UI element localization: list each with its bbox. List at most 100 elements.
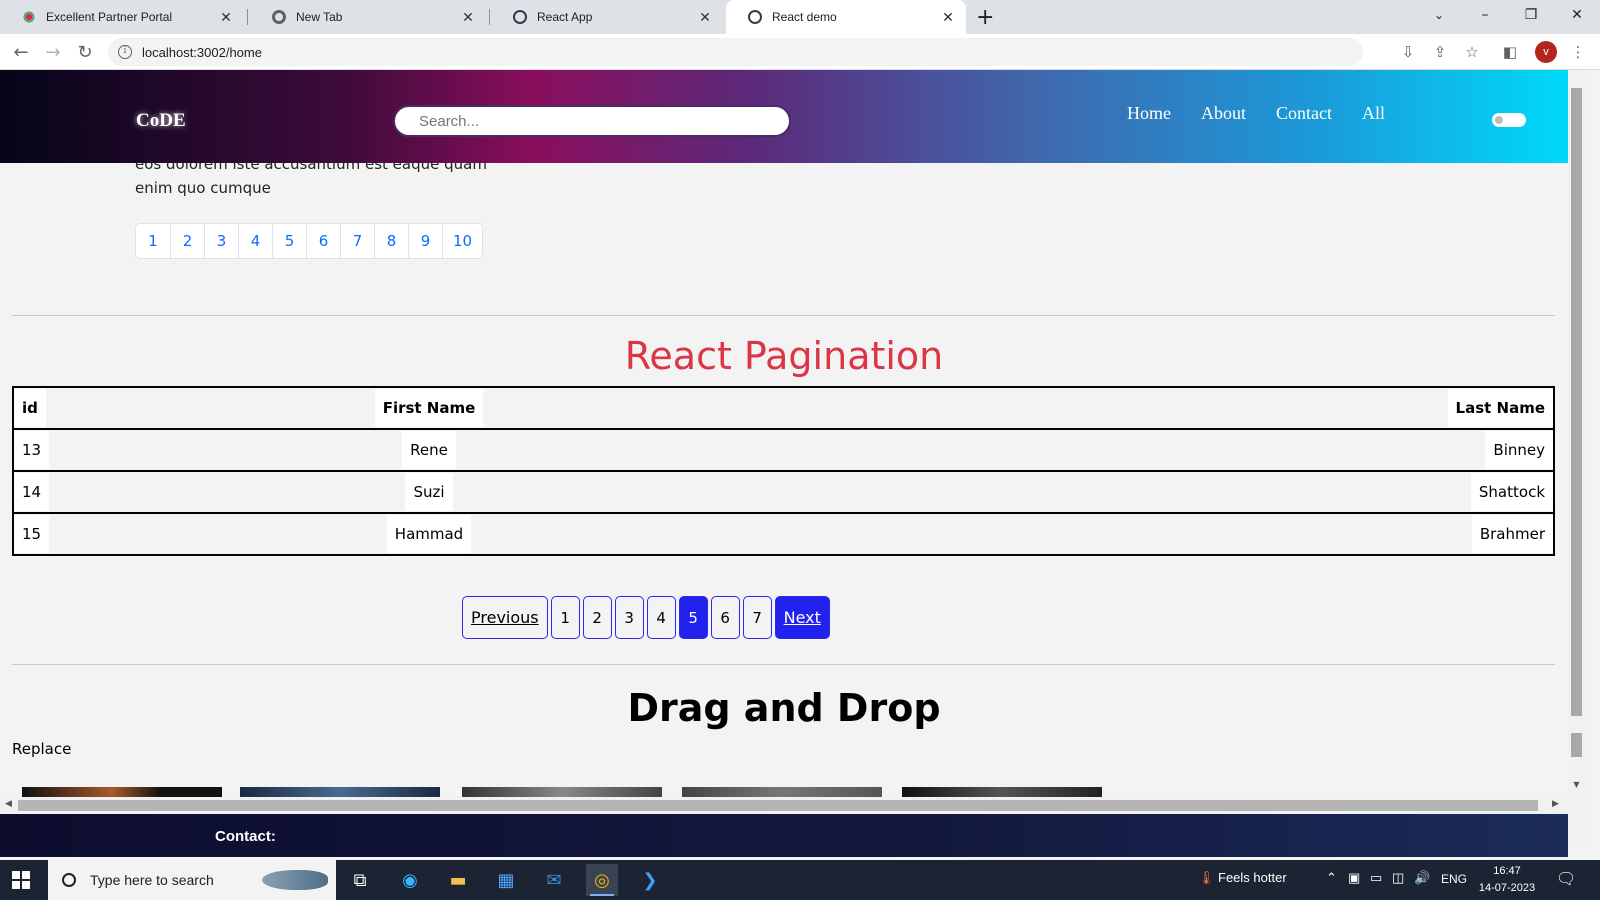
side-panel-icon[interactable]: ◧ — [1500, 42, 1520, 62]
cell-first-name: Rene — [402, 431, 456, 469]
volume-icon[interactable]: 🔊 — [1414, 870, 1430, 886]
page-link[interactable]: 3 — [204, 224, 238, 258]
draggable-image[interactable] — [240, 787, 440, 797]
reload-icon[interactable]: ↻ — [72, 39, 98, 65]
vscode-icon[interactable]: ❯ — [634, 864, 666, 896]
draggable-image[interactable] — [682, 787, 882, 797]
divider — [12, 664, 1555, 665]
install-app-icon[interactable]: ⇩ — [1398, 42, 1418, 62]
minimize-icon[interactable]: – — [1462, 0, 1508, 30]
nav-about[interactable]: About — [1201, 103, 1246, 124]
windows-start-icon[interactable] — [12, 871, 30, 889]
scroll-left-icon[interactable]: ◀ — [5, 799, 12, 809]
page-link[interactable]: 8 — [374, 224, 408, 258]
new-tab-plus-icon[interactable]: + — [976, 5, 994, 30]
scrollbar-thumb[interactable] — [1571, 88, 1582, 716]
draggable-image[interactable] — [902, 787, 1102, 797]
edge-icon[interactable]: ◉ — [394, 864, 426, 896]
bookmark-star-icon[interactable]: ☆ — [1462, 42, 1482, 62]
page-link[interactable]: 2 — [170, 224, 204, 258]
chrome-icon — [272, 10, 286, 24]
restore-icon[interactable]: ❐ — [1508, 0, 1554, 30]
network-icon[interactable]: ◫ — [1392, 870, 1404, 886]
page-button[interactable]: 2 — [582, 596, 612, 639]
cell-id: 14 — [14, 473, 50, 511]
next-button[interactable]: Next — [774, 596, 830, 639]
page-button[interactable]: 7 — [742, 596, 772, 639]
scrollbar-thumb[interactable] — [18, 800, 1538, 811]
notification-icon[interactable]: 🗨 — [1556, 869, 1576, 889]
brand-logo[interactable]: CoDE — [136, 110, 186, 132]
search-highlight-illustration — [262, 870, 328, 890]
page-link[interactable]: 1 — [136, 224, 170, 258]
address-bar[interactable]: i localhost:3002/home — [108, 38, 1363, 66]
draggable-image[interactable] — [462, 787, 662, 797]
windows-taskbar: Type here to search ⧉ ◉ ▬ ▦ ✉ ◎ ❯ 🌡 Feel… — [0, 860, 1600, 900]
page-link[interactable]: 5 — [272, 224, 306, 258]
toggle-knob — [1495, 116, 1503, 124]
portal-favicon-icon — [22, 10, 36, 24]
clock[interactable]: 16:47 14-07-2023 — [1477, 863, 1537, 897]
battery-icon[interactable]: ▭ — [1370, 870, 1382, 886]
tab-search-chevron-icon[interactable]: ⌄ — [1416, 0, 1462, 30]
chrome-taskbar-icon[interactable]: ◎ — [586, 864, 618, 896]
page-footer: Contact: — [0, 814, 1568, 857]
nav-contact[interactable]: Contact — [1276, 103, 1332, 124]
close-icon[interactable]: ✕ — [218, 9, 234, 25]
close-icon[interactable]: ✕ — [940, 9, 956, 25]
taskbar-search-input[interactable]: Type here to search — [48, 860, 336, 900]
search-input[interactable]: Search... — [393, 105, 791, 137]
page-link[interactable]: 10 — [442, 224, 482, 258]
browser-tab-active[interactable]: React demo ✕ — [726, 0, 966, 34]
tab-separator — [489, 9, 490, 25]
cell-id: 13 — [14, 431, 50, 469]
react-icon — [748, 10, 762, 24]
meet-now-icon[interactable]: ▣ — [1348, 870, 1360, 886]
page-button[interactable]: 3 — [614, 596, 644, 639]
theme-toggle[interactable] — [1492, 113, 1526, 127]
site-info-icon[interactable]: i — [118, 45, 132, 59]
share-icon[interactable]: ⇪ — [1430, 42, 1450, 62]
store-icon[interactable]: ▦ — [490, 864, 522, 896]
scroll-right-icon[interactable]: ▶ — [1552, 799, 1559, 809]
close-icon[interactable]: ✕ — [697, 9, 713, 25]
tab-label: New Tab — [296, 10, 343, 24]
thermometer-icon[interactable]: 🌡 — [1198, 870, 1215, 886]
previous-button[interactable]: Previous — [462, 596, 548, 639]
react-icon — [513, 10, 527, 24]
browser-tab[interactable]: Excellent Partner Portal ✕ — [0, 0, 244, 34]
page-button[interactable]: 4 — [646, 596, 676, 639]
page-link[interactable]: 6 — [306, 224, 340, 258]
draggable-image[interactable] — [22, 787, 222, 797]
browser-tab[interactable]: React App ✕ — [491, 0, 723, 34]
horizontal-scrollbar[interactable]: ◀ ▶ — [0, 797, 1568, 814]
page-button[interactable]: 6 — [710, 596, 740, 639]
weather-text[interactable]: Feels hotter — [1218, 870, 1287, 885]
page-link[interactable]: 9 — [408, 224, 442, 258]
scrollbar-thumb-inner[interactable] — [1571, 733, 1582, 757]
cell-last-name: Binney — [1485, 431, 1553, 469]
file-explorer-icon[interactable]: ▬ — [442, 864, 474, 896]
browser-tab[interactable]: New Tab ✕ — [250, 0, 486, 34]
close-icon[interactable]: ✕ — [460, 9, 476, 25]
window-close-icon[interactable]: ✕ — [1554, 0, 1600, 30]
column-header: id — [14, 389, 46, 427]
nav-all[interactable]: All — [1362, 103, 1385, 124]
scroll-down-icon[interactable]: ▼ — [1568, 780, 1585, 792]
language-indicator[interactable]: ENG — [1441, 872, 1467, 886]
profile-avatar[interactable]: v — [1535, 41, 1557, 63]
task-view-icon[interactable]: ⧉ — [344, 864, 376, 896]
page-button-active[interactable]: 5 — [678, 596, 708, 639]
tray-chevron-icon[interactable]: ⌃ — [1326, 870, 1337, 886]
vertical-scrollbar[interactable]: ▲ ▼ — [1568, 70, 1585, 842]
back-arrow-icon[interactable]: ← — [8, 39, 34, 65]
forward-arrow-icon[interactable]: → — [40, 39, 66, 65]
nav-home[interactable]: Home — [1127, 103, 1171, 124]
table-pagination: Previous 1 2 3 4 5 6 7 Next — [462, 596, 830, 639]
menu-kebab-icon[interactable]: ⋮ — [1568, 42, 1588, 62]
page-link[interactable]: 4 — [238, 224, 272, 258]
mail-icon[interactable]: ✉ — [538, 864, 570, 896]
page-link[interactable]: 7 — [340, 224, 374, 258]
page-button[interactable]: 1 — [550, 596, 580, 639]
cell-first-name: Suzi — [405, 473, 453, 511]
